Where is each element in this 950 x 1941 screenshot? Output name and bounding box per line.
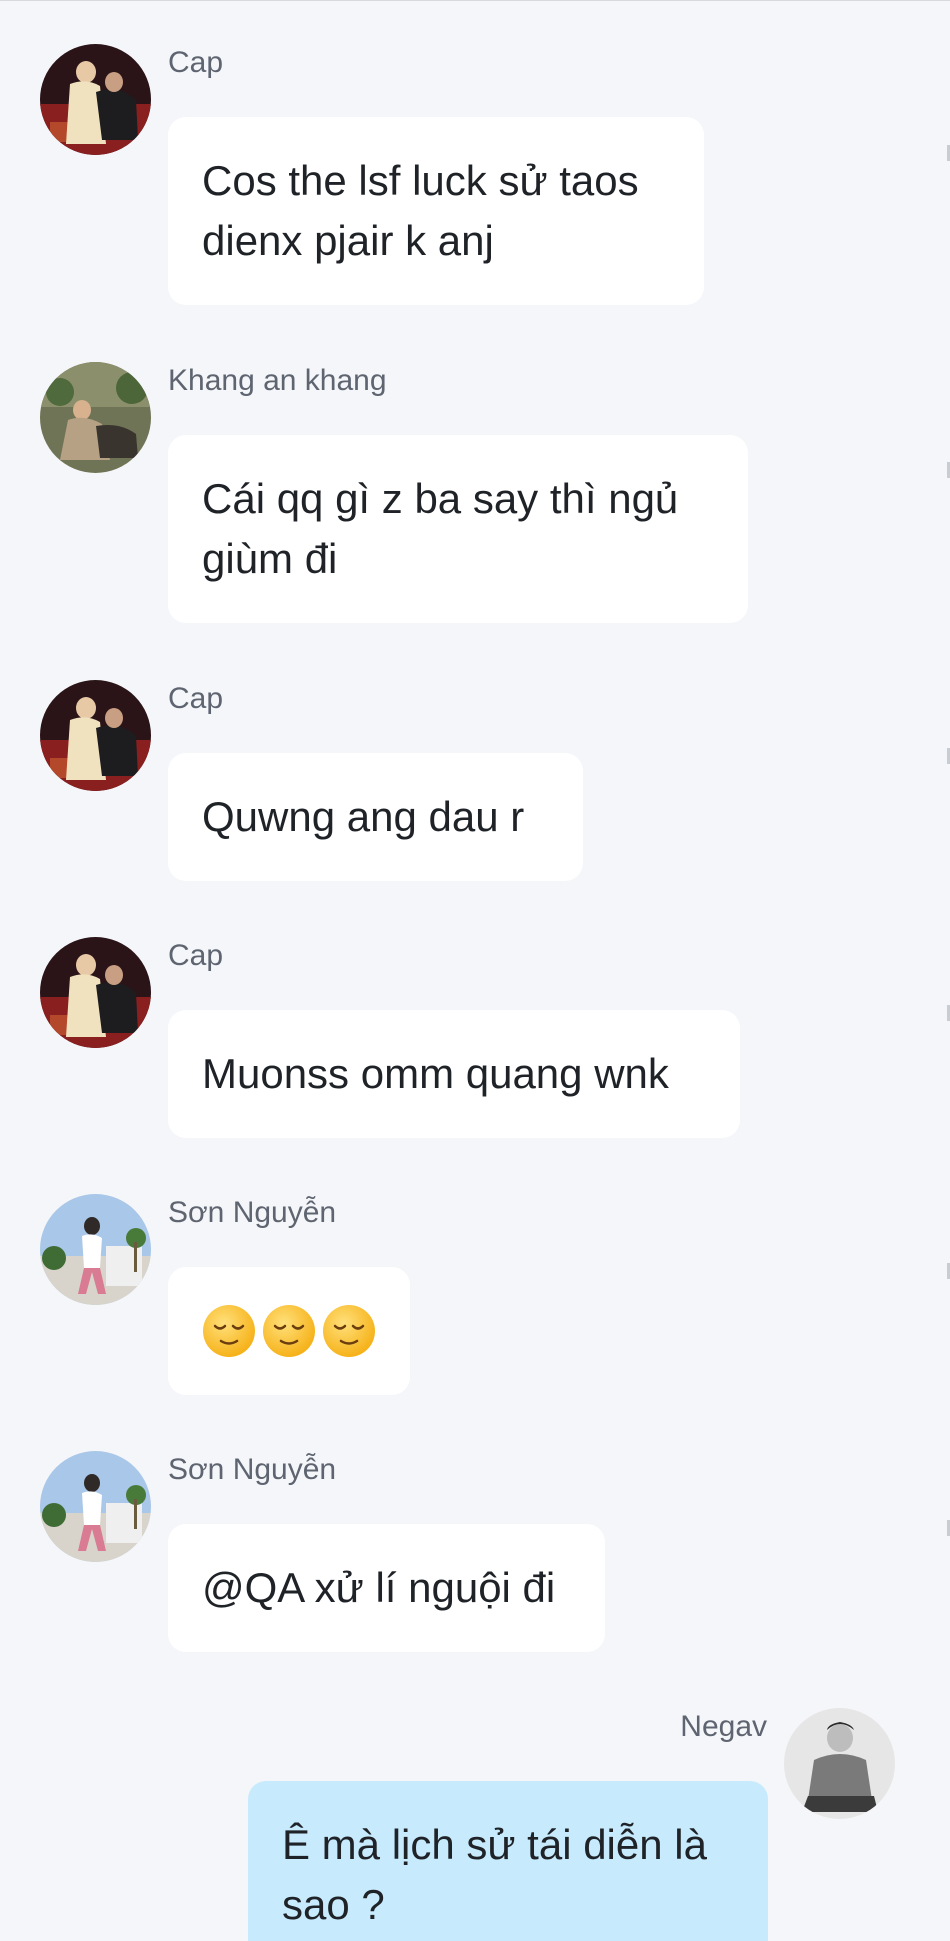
message-bubble[interactable]: Ê mà lịch sử tái diễn là sao ?: [248, 1781, 768, 1941]
message-text: Cái qq gì z ba say thì ngủ giùm đi: [202, 475, 679, 582]
sender-name: Khang an khang: [168, 364, 387, 397]
sender-name: Cap: [168, 682, 224, 715]
son-avatar[interactable]: [40, 1194, 151, 1305]
message-bubble[interactable]: Muonss omm quang wnk: [168, 1010, 740, 1138]
sender-name: Cap: [168, 46, 224, 79]
son-avatar[interactable]: [40, 1451, 151, 1562]
message-bubble[interactable]: [168, 1267, 410, 1395]
sender-name: Cap: [168, 939, 224, 972]
emoji-row: [202, 1301, 376, 1361]
cap-avatar[interactable]: [40, 680, 151, 791]
relieved-face-icon: [323, 1305, 375, 1357]
message-text: Ê mà lịch sử tái diễn là sao ?: [282, 1821, 707, 1928]
sender-name: Sơn Nguyễn: [168, 1453, 337, 1486]
chat-thread[interactable]: Cap Cos the lsf luck sử taos dienx pjair…: [0, 0, 950, 1941]
sender-name: Sơn Nguyễn: [168, 1196, 337, 1229]
negav-avatar[interactable]: [784, 1708, 895, 1819]
message-bubble[interactable]: Cái qq gì z ba say thì ngủ giùm đi: [168, 435, 748, 623]
message-text: @QA xử lí nguội đi: [202, 1564, 556, 1611]
message-text: Muonss omm quang wnk: [202, 1050, 669, 1097]
message-bubble[interactable]: Quwng ang dau r: [168, 753, 583, 881]
message-text: Quwng ang dau r: [202, 793, 525, 840]
message-bubble[interactable]: Cos the lsf luck sử taos dienx pjair k a…: [168, 117, 704, 305]
message-text: Cos the lsf luck sử taos dienx pjair k a…: [202, 157, 639, 264]
message-bubble[interactable]: @QA xử lí nguội đi: [168, 1524, 605, 1652]
khang-avatar[interactable]: [40, 362, 151, 473]
cap-avatar[interactable]: [40, 937, 151, 1048]
sender-name: Negav: [680, 1710, 767, 1743]
relieved-face-icon: [203, 1305, 255, 1357]
cap-avatar[interactable]: [40, 44, 151, 155]
relieved-face-icon: [263, 1305, 315, 1357]
